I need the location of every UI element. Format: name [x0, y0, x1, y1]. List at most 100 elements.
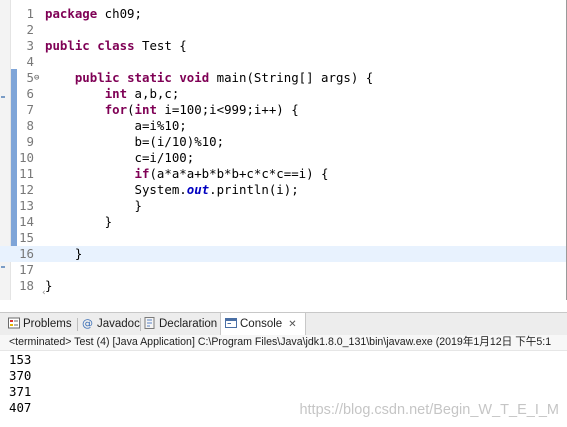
tab-label: Javadoc: [97, 318, 140, 330]
code-line[interactable]: 14 }: [0, 214, 566, 230]
code-token: }: [45, 198, 142, 213]
tab-label: Declaration: [159, 318, 218, 330]
code-line[interactable]: 6 int a,b,c;: [0, 86, 566, 102]
code-text: public static void main(String[] args) {: [45, 70, 373, 86]
code-token: .println(i);: [209, 182, 299, 197]
line-number: 15: [19, 230, 34, 245]
code-text: System.out.println(i);: [45, 182, 299, 198]
line-number: 2: [26, 22, 34, 37]
code-token: main(String[] args) {: [209, 70, 374, 85]
code-token: b=(i/10)%10;: [45, 134, 225, 149]
code-line[interactable]: 16 }: [0, 246, 566, 262]
eclipse-window: 1 package ch09; 2 3 public class Test { 4 5 ⊖ p…: [0, 0, 567, 427]
code-token: c=i/100;: [45, 150, 195, 165]
tab-javadoc[interactable]: @ Javadoc: [82, 313, 140, 335]
code-text: }: [45, 214, 112, 230]
code-line[interactable]: 3 public class Test {: [0, 38, 566, 54]
code-token: }: [45, 246, 83, 261]
svg-text:@: @: [82, 317, 93, 329]
code-token: (: [127, 102, 135, 117]
code-line[interactable]: 2: [0, 22, 566, 38]
console-status-text: <terminated> Test (4) [Java Application]…: [9, 336, 552, 348]
code-text: for(int i=100;i<999;i++) {: [45, 102, 299, 118]
scroll-left-icon[interactable]: ‹: [42, 288, 46, 298]
code-line[interactable]: 15: [0, 230, 566, 246]
code-line[interactable]: 17: [0, 262, 566, 278]
code-text: if(a*a*a+b*b*b+c*c*c==i) {: [45, 166, 329, 182]
line-number: 8: [26, 118, 34, 133]
console-icon: [225, 315, 237, 328]
console-output-line: 407: [9, 400, 32, 415]
fold-toggle-icon[interactable]: ⊖: [34, 70, 39, 86]
keyword-token: for: [104, 102, 128, 117]
code-line[interactable]: 12 System.out.println(i);: [0, 182, 566, 198]
line-number: 14: [19, 214, 34, 229]
code-text: b=(i/10)%10;: [45, 134, 225, 150]
keyword-token: package: [45, 6, 98, 21]
line-number: 12: [19, 182, 34, 197]
code-token: i=100;i<999;i++) {: [156, 102, 299, 117]
code-text: a=i%10;: [45, 118, 187, 134]
line-number: 4: [26, 54, 34, 69]
code-line[interactable]: 10 c=i/100;: [0, 150, 566, 166]
keyword-token: void: [179, 70, 210, 85]
line-number: 13: [19, 198, 34, 213]
code-token: a=i%10;: [45, 118, 187, 133]
keyword-token: if: [134, 166, 150, 181]
code-text: }: [45, 198, 142, 214]
static-field-token: out: [186, 182, 210, 197]
console-output-line: 153: [9, 352, 32, 367]
keyword-token: static: [127, 70, 172, 85]
line-number: 5: [26, 70, 34, 85]
code-token: ch09;: [97, 6, 142, 21]
code-line[interactable]: 11 if(a*a*a+b*b*b+c*c*c==i) {: [0, 166, 566, 182]
code-line[interactable]: 4: [0, 54, 566, 70]
keyword-token: public: [74, 70, 120, 85]
console-output-line: 371: [9, 384, 32, 399]
line-number: 9: [26, 134, 34, 149]
problems-icon: [8, 315, 20, 329]
tab-declaration[interactable]: Declaration: [144, 313, 217, 335]
code-editor[interactable]: 1 package ch09; 2 3 public class Test { 4 5 ⊖ p…: [0, 0, 567, 300]
keyword-token: class: [97, 38, 135, 53]
code-text: int a,b,c;: [45, 86, 180, 102]
horizontal-scrollbar[interactable]: ‹: [40, 288, 566, 300]
keyword-token: public: [45, 38, 90, 53]
code-text: public class Test {: [45, 38, 187, 54]
code-token: a,b,c;: [127, 86, 180, 101]
line-number: 1: [26, 6, 34, 21]
code-line[interactable]: 5 ⊖ public static void main(String[] args…: [0, 70, 566, 86]
watermark: https://blog.csdn.net/Begin_W_T_E_I_M: [299, 402, 559, 418]
tab-console[interactable]: Console ✕: [220, 313, 306, 336]
line-number: 17: [19, 262, 34, 277]
code-line[interactable]: 9 b=(i/10)%10;: [0, 134, 566, 150]
declaration-icon: [144, 315, 156, 329]
close-icon[interactable]: ✕: [288, 319, 296, 330]
code-line[interactable]: 13 }: [0, 198, 566, 214]
code-token: (a*a*a+b*b*b+c*c*c==i) {: [149, 166, 329, 181]
code-line[interactable]: 8 a=i%10;: [0, 118, 566, 134]
code-text: }: [45, 246, 82, 262]
line-number: 3: [26, 38, 34, 53]
tab-label: Problems: [23, 318, 72, 330]
tab-separator: [140, 318, 141, 331]
console-output-line: 370: [9, 368, 32, 383]
code-text: package ch09;: [45, 6, 142, 22]
code-token: System.: [45, 182, 187, 197]
tab-separator: [77, 318, 78, 331]
line-number: 16: [19, 246, 34, 261]
line-number: 11: [19, 166, 34, 181]
view-tab-bar: Problems @ Javadoc Declaration Console ✕: [0, 312, 567, 336]
line-number: 10: [19, 150, 34, 165]
code-text: c=i/100;: [45, 150, 195, 166]
javadoc-icon: @: [82, 315, 94, 330]
keyword-token: int: [134, 102, 157, 117]
code-line[interactable]: 7 for(int i=100;i<999;i++) {: [0, 102, 566, 118]
tab-problems[interactable]: Problems: [8, 313, 72, 335]
code-line[interactable]: 1 package ch09;: [0, 6, 566, 22]
tab-label: Console: [240, 318, 283, 330]
